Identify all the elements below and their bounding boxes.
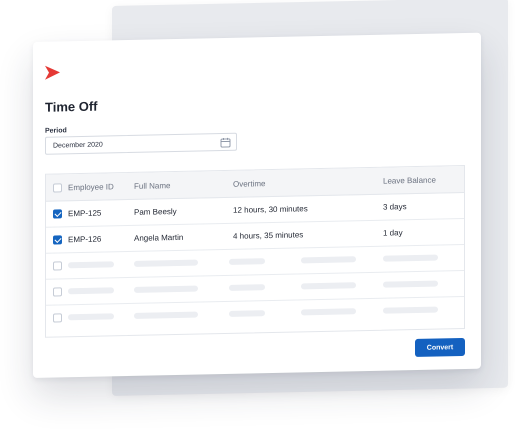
employee-id-cell: EMP-126: [68, 234, 102, 245]
period-field[interactable]: December 2020: [45, 132, 237, 155]
leave-balance-cell: 1 day: [383, 228, 403, 238]
skeleton-bar: [134, 311, 198, 319]
skeleton-bar: [68, 313, 114, 321]
skeleton-bar: [229, 284, 265, 291]
column-header-employee-id[interactable]: Employee ID: [68, 182, 114, 192]
employee-id-cell: EMP-125: [68, 208, 102, 219]
skeleton-bar: [134, 285, 198, 293]
time-off-card: Time Off Period December 2020 Employee I…: [33, 32, 481, 379]
skeleton-bar: [134, 259, 198, 267]
skeleton-bar: [301, 282, 356, 290]
overtime-cell: 12 hours, 30 minutes: [233, 204, 308, 215]
row-checkbox[interactable]: [53, 261, 62, 271]
period-label: Period: [45, 127, 67, 135]
full-name-cell: Angela Martin: [134, 232, 184, 243]
column-header-full-name[interactable]: Full Name: [134, 181, 170, 191]
select-all-checkbox[interactable]: [53, 183, 62, 193]
employee-table: Employee ID Full Name Overtime Leave Bal…: [45, 164, 465, 338]
skeleton-bar: [68, 261, 114, 269]
skeleton-bar: [229, 258, 265, 265]
column-header-overtime[interactable]: Overtime: [233, 179, 265, 189]
full-name-cell: Pam Beesly: [134, 206, 177, 217]
skeleton-bar: [229, 310, 265, 317]
overtime-cell: 4 hours, 35 minutes: [233, 230, 304, 241]
convert-button[interactable]: Convert: [415, 337, 465, 357]
skeleton-bar: [301, 256, 356, 264]
calendar-icon[interactable]: [220, 137, 231, 148]
brand-logo-icon: [45, 65, 60, 80]
skeleton-bar: [68, 287, 114, 295]
skeleton-bar: [383, 306, 438, 314]
row-checkbox[interactable]: [53, 313, 62, 323]
column-header-leave-balance[interactable]: Leave Balance: [383, 176, 436, 186]
leave-balance-cell: 3 days: [383, 202, 407, 212]
row-checkbox[interactable]: [53, 235, 62, 245]
row-checkbox[interactable]: [53, 287, 62, 297]
page-title: Time Off: [45, 98, 98, 115]
skeleton-bar: [301, 308, 356, 316]
stage: Time Off Period December 2020 Employee I…: [0, 0, 532, 430]
skeleton-bar: [383, 280, 438, 288]
row-checkbox[interactable]: [53, 209, 62, 219]
period-value: December 2020: [53, 141, 103, 150]
skeleton-bar: [383, 254, 438, 262]
